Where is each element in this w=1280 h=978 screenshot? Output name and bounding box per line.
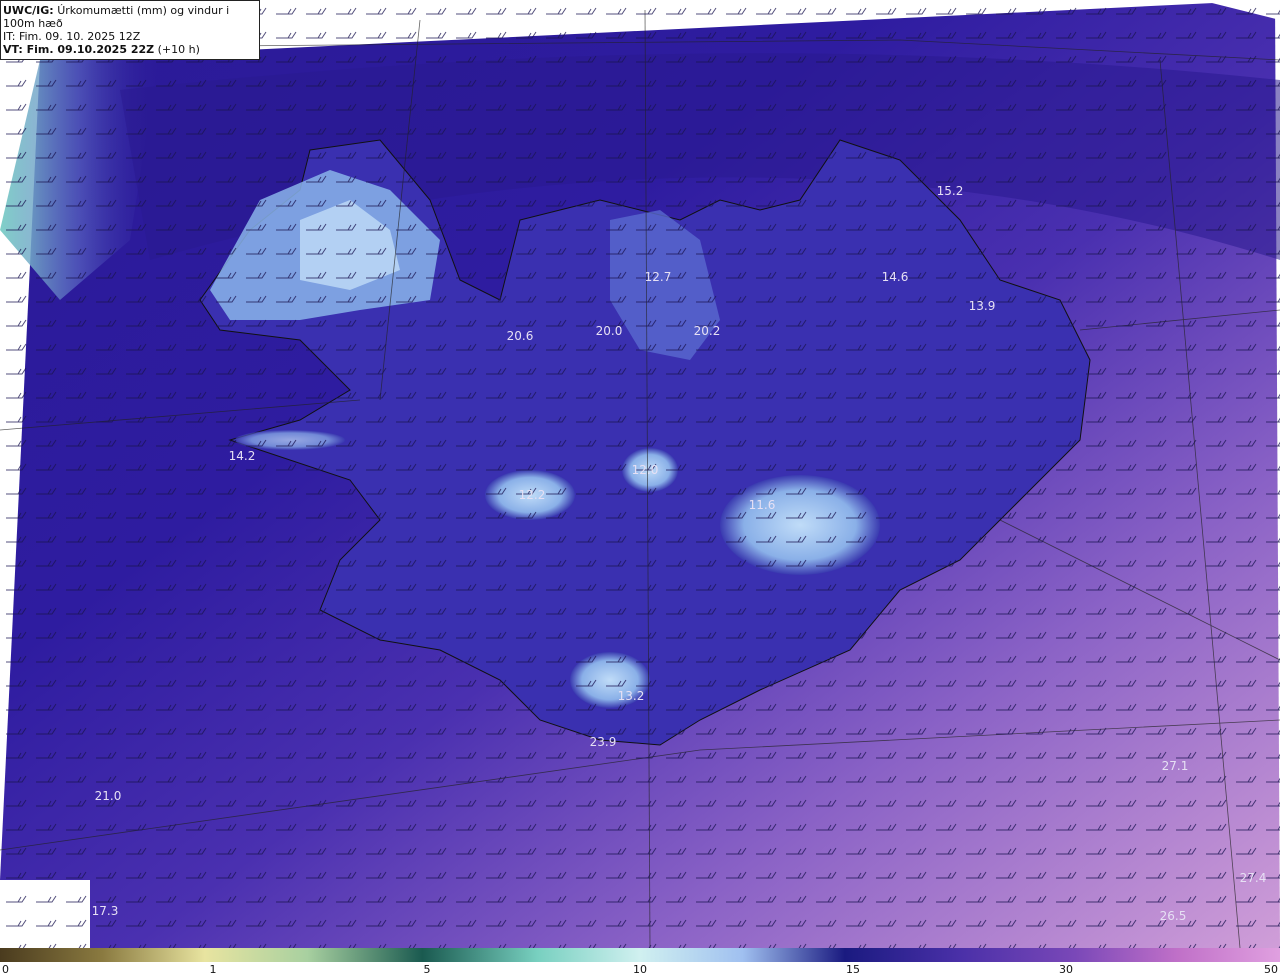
colorbar (0, 948, 1280, 962)
colorbar-tick: 50 (1264, 963, 1278, 976)
value-label: 11.6 (749, 498, 776, 512)
value-label: 27.1 (1162, 759, 1189, 773)
info-it: IT: Fim. 09. 10. 2025 12Z (3, 30, 141, 43)
colorbar-tick: 15 (846, 963, 860, 976)
value-label: 21.0 (95, 789, 122, 803)
value-label: 20.2 (694, 324, 721, 338)
info-vt: VT: Fim. 09.10.2025 22Z (+10 h) (3, 43, 200, 56)
value-label: 15.2 (937, 184, 964, 198)
value-label: 23.9 (590, 735, 617, 749)
value-label: 14.6 (882, 270, 909, 284)
colorbar-tick: 10 (633, 963, 647, 976)
value-label: 13.2 (618, 689, 645, 703)
value-label: 13.9 (969, 299, 996, 313)
colorbar-tick: 1 (209, 963, 217, 976)
colorbar-tick: 0 (2, 963, 9, 976)
value-label: 26.5 (1160, 909, 1187, 923)
value-label: 17.3 (92, 904, 119, 918)
value-label: 27.4 (1240, 871, 1267, 885)
colorbar-tick: 30 (1059, 963, 1073, 976)
colorbar-tick: 5 (423, 963, 431, 976)
value-label: 12.0 (632, 463, 659, 477)
value-label: 14.2 (229, 449, 256, 463)
value-label: 12.2 (519, 488, 546, 502)
value-label: 12.7 (645, 270, 672, 284)
colorbar-ramp (0, 948, 1280, 962)
value-label: 20.6 (507, 329, 534, 343)
info-title: UWC/IG: Úrkomumætti (mm) og vindur i 100… (3, 4, 230, 30)
info-box: UWC/IG: Úrkomumætti (mm) og vindur i 100… (0, 0, 260, 60)
value-label: 20.0 (596, 324, 623, 338)
precipitation-map: 15.2 14.6 13.9 12.7 20.6 20.0 20.2 14.2 … (0, 0, 1280, 948)
